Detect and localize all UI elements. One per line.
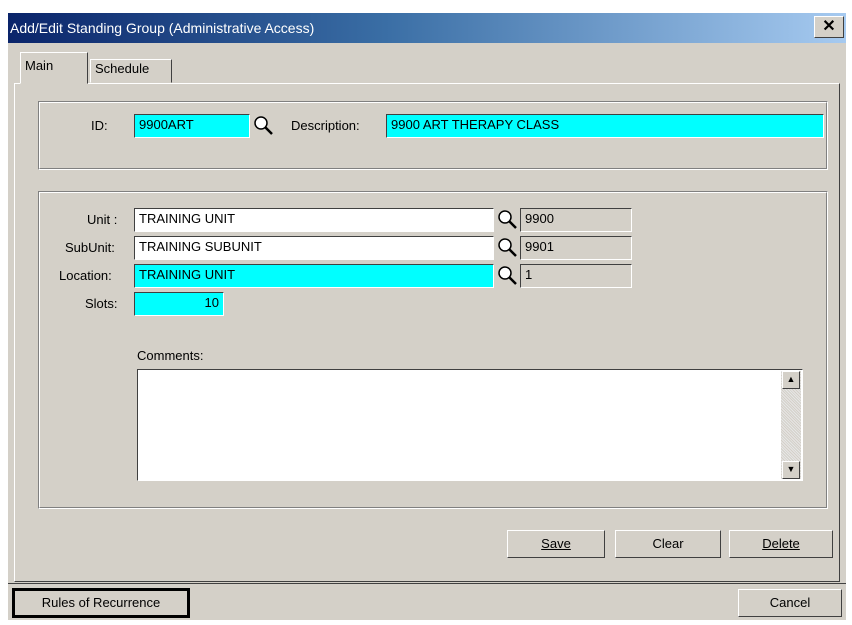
magnifier-icon[interactable]	[496, 264, 518, 286]
tab-panel-main: ID: 9900ART Description: 9900 ART THERAP…	[14, 83, 840, 582]
close-icon: ✕	[822, 18, 836, 35]
unit-field[interactable]: TRAINING UNIT	[134, 208, 494, 232]
save-button[interactable]: Save	[507, 530, 605, 558]
close-button[interactable]: ✕	[814, 16, 844, 38]
comments-scrollbar[interactable]: ▲ ▼	[781, 371, 801, 479]
slots-field[interactable]: 10	[134, 292, 224, 316]
rules-of-recurrence-button[interactable]: Rules of Recurrence	[12, 588, 190, 618]
save-button-label: Save	[541, 536, 571, 551]
unit-label: Unit :	[87, 212, 118, 227]
comments-textarea[interactable]: ▲ ▼	[137, 369, 803, 481]
delete-button[interactable]: Delete	[729, 530, 833, 558]
id-label: ID:	[91, 118, 108, 133]
title-bar[interactable]: Add/Edit Standing Group (Administrative …	[8, 13, 846, 43]
slots-label: Slots:	[85, 296, 118, 311]
subunit-label: SubUnit:	[65, 240, 115, 255]
rules-button-label: Rules of Recurrence	[41, 595, 161, 610]
clear-button[interactable]: Clear	[615, 530, 721, 558]
id-field[interactable]: 9900ART	[134, 114, 250, 138]
magnifier-icon[interactable]	[252, 114, 274, 136]
dialog-window: Add/Edit Standing Group (Administrative …	[8, 13, 846, 620]
comments-label: Comments:	[137, 348, 204, 363]
subunit-code-field: 9901	[520, 236, 632, 260]
magnifier-icon[interactable]	[496, 208, 518, 230]
tab-main[interactable]: Main	[20, 52, 88, 84]
window-title: Add/Edit Standing Group (Administrative …	[10, 20, 315, 36]
clear-button-label: Clear	[652, 536, 684, 551]
subunit-field[interactable]: TRAINING SUBUNIT	[134, 236, 494, 260]
location-code-field: 1	[520, 264, 632, 288]
tab-schedule[interactable]: Schedule	[90, 59, 172, 83]
unit-code-field: 9900	[520, 208, 632, 232]
description-field[interactable]: 9900 ART THERAPY CLASS	[386, 114, 824, 138]
magnifier-icon[interactable]	[496, 236, 518, 258]
bottom-divider	[8, 583, 846, 584]
cancel-button[interactable]: Cancel	[738, 589, 842, 617]
location-label: Location:	[59, 268, 112, 283]
description-label: Description:	[291, 118, 360, 133]
up-arrow-icon[interactable]: ▲	[782, 371, 800, 389]
cancel-button-label: Cancel	[769, 595, 811, 610]
down-arrow-icon[interactable]: ▼	[782, 461, 800, 479]
location-field[interactable]: TRAINING UNIT	[134, 264, 494, 288]
delete-button-label: Delete	[762, 536, 800, 551]
